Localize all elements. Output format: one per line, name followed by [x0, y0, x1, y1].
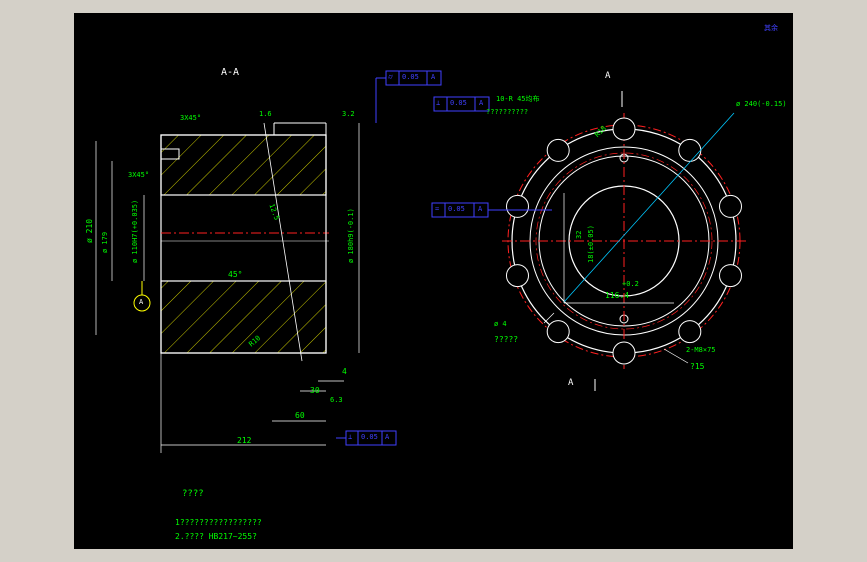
view-marker-bottom: A [568, 378, 574, 388]
frame3-symbol: = [435, 205, 440, 213]
slope-angle-label: 45° [228, 270, 243, 279]
datum-a-marker: A [139, 298, 144, 306]
flange-notch [612, 117, 636, 141]
chamfer-top-label: 3X45° [180, 114, 202, 122]
keyway-height-dim: 32 [575, 230, 583, 239]
flange-notch [678, 320, 702, 344]
section-title: A-A [221, 67, 240, 78]
flange-notch [612, 341, 636, 365]
thread-spec: 2-M8×75 [686, 346, 716, 354]
cad-drawing-canvas[interactable]: A-A 3X45° 3X45° ø 210 ø 179 ø 110H7(+0.0… [74, 13, 793, 549]
roughness-b: 3.2 [342, 110, 355, 118]
feature-frames [336, 70, 552, 446]
flange-notch [678, 138, 702, 162]
frame4-value: 0.05 [361, 433, 378, 441]
notes-line-2: 2.???? HB217~255? [175, 532, 257, 541]
drawing-geometry [95, 70, 746, 453]
outer-diameter-dim: ø 210 [85, 218, 94, 243]
flange-notch [546, 320, 570, 344]
length-212-dim: 212 [237, 436, 252, 445]
hole-diameter-note: ø 4 [494, 320, 507, 328]
flange-notch [506, 194, 529, 218]
flange-notch [719, 194, 742, 218]
frame4-datum: A [385, 433, 390, 441]
hole-qualifier: ????? [494, 335, 519, 344]
frame2-value: 0.05 [450, 99, 467, 107]
bore-diameter-dim: ø 179 [101, 231, 109, 253]
view-marker-top: A [605, 71, 611, 81]
small-dim: 18(±0.05) [587, 225, 595, 263]
length-4-dim: 4 [342, 367, 347, 376]
thread-depth: ?15 [690, 362, 705, 371]
notch-pattern-note: 10-R 45均布 [496, 95, 540, 103]
length-30-dim: 30 [310, 386, 320, 395]
keyway-dim: 116.4 [605, 291, 630, 300]
corner-roughness-tag: 其余 [764, 24, 778, 32]
inner-diameter-dim: ø 110H7(+0.035) [131, 199, 139, 263]
frame1-datum: A [431, 73, 436, 81]
right-diameter-dim: ø 180h9(-0.1) [347, 208, 355, 263]
flange-notch [506, 264, 529, 288]
chamfer-left-label: 3X45° [128, 171, 150, 179]
roughness-d: 6.3 [330, 396, 343, 404]
notes-line-1: 1????????????????? [175, 518, 262, 527]
notes-heading: ???? [182, 489, 204, 499]
notch-pattern-qualifier: ?????????? [486, 108, 529, 116]
roughness-a: 1.6 [259, 110, 272, 118]
keyway-tolerance: +0.2 [622, 280, 639, 288]
frame1-symbol: ⌭ [388, 73, 394, 81]
flange-notch [719, 264, 742, 288]
frame2-datum: A [479, 99, 484, 107]
frame2-symbol: ⊥ [436, 99, 441, 107]
frame4-symbol: ⊥ [348, 433, 353, 441]
length-60-dim: 60 [295, 411, 305, 420]
frame1-value: 0.05 [402, 73, 419, 81]
frame3-value: 0.05 [448, 205, 465, 213]
frame3-datum: A [478, 205, 483, 213]
outer-tolerance-dim: ø 240(-0.15) [736, 100, 787, 108]
flange-notch [546, 138, 570, 162]
